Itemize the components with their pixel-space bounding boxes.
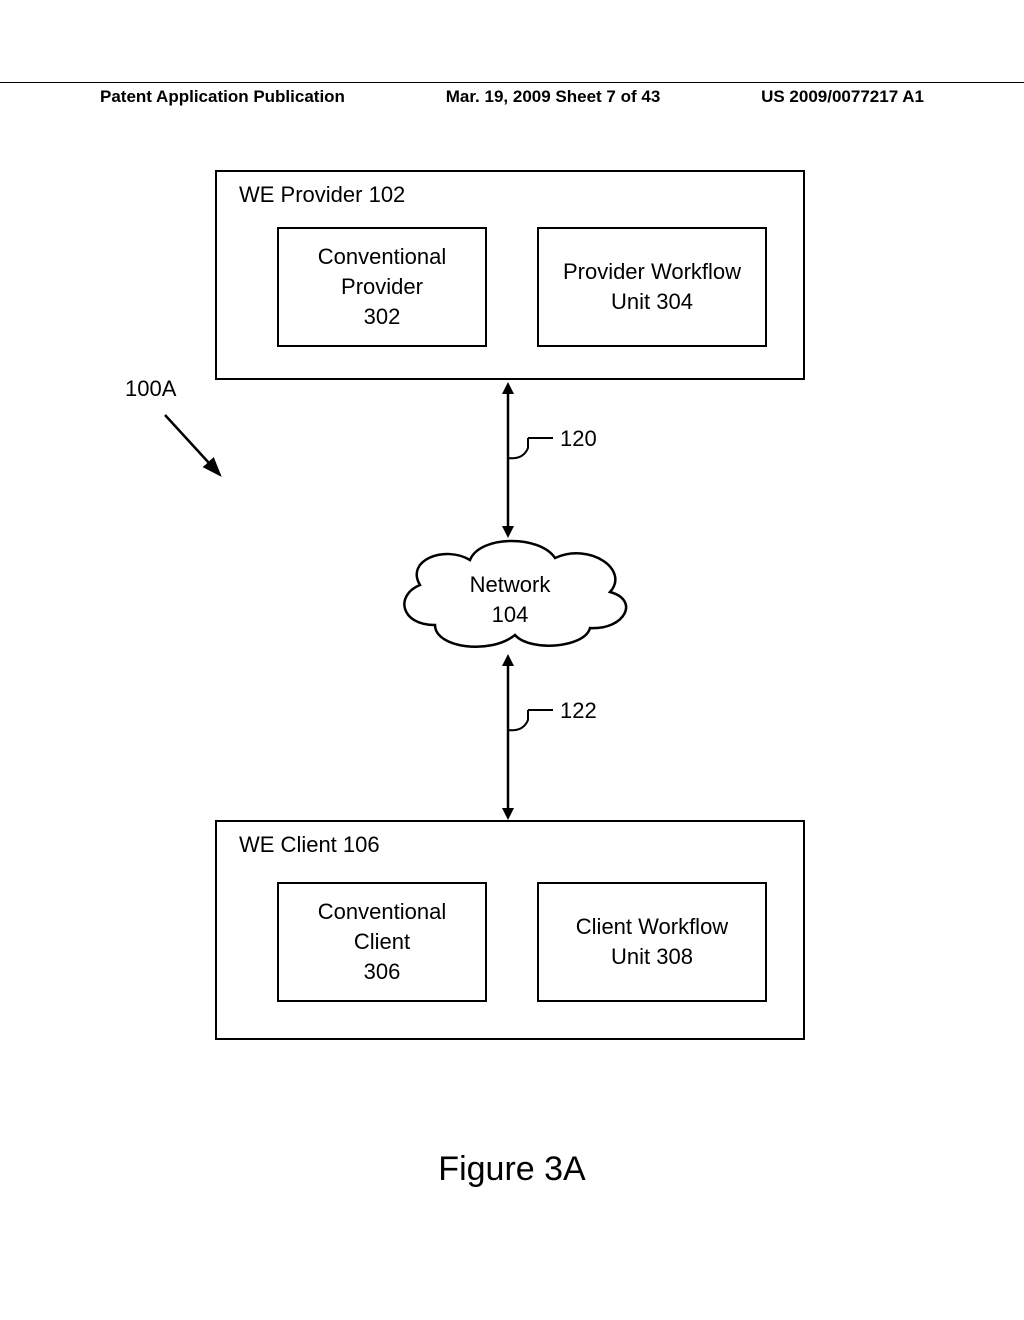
provider-title: WE Provider 102 xyxy=(239,182,405,208)
system-id-label: 100A xyxy=(125,376,176,402)
figure-area: WE Provider 102 Conventional Provider 30… xyxy=(0,160,1024,1110)
leader-122 xyxy=(508,710,568,740)
conventional-provider-box: Conventional Provider 302 xyxy=(277,227,487,347)
header-right: US 2009/0077217 A1 xyxy=(761,87,924,107)
connector-top-label: 120 xyxy=(560,426,597,452)
client-title: WE Client 106 xyxy=(239,832,380,858)
network-label: Network 104 xyxy=(455,570,565,629)
provider-workflow-box: Provider Workflow Unit 304 xyxy=(537,227,767,347)
provider-box: WE Provider 102 Conventional Provider 30… xyxy=(215,170,805,380)
page-header: Patent Application Publication Mar. 19, … xyxy=(0,82,1024,107)
conventional-client-box: Conventional Client 306 xyxy=(277,882,487,1002)
client-box: WE Client 106 Conventional Client 306 Cl… xyxy=(215,820,805,1040)
connector-bottom-label: 122 xyxy=(560,698,597,724)
header-left: Patent Application Publication xyxy=(100,87,345,107)
figure-caption: Figure 3A xyxy=(0,1150,1024,1189)
leader-120 xyxy=(508,438,568,468)
header-center: Mar. 19, 2009 Sheet 7 of 43 xyxy=(446,87,661,107)
client-workflow-box: Client Workflow Unit 308 xyxy=(537,882,767,1002)
system-pointer-arrow xyxy=(155,405,245,495)
